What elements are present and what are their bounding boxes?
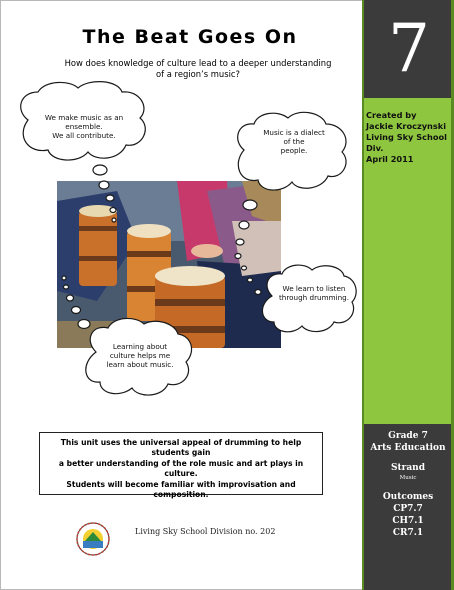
outcome-item: CP7.7 [393,504,423,514]
bubble-line: culture helps me [109,351,171,360]
outcomes-label: Outcomes [382,492,434,502]
created-by-label: Created by [366,110,417,120]
author-credits: Created by Jackie Kroczynski Living Sky … [366,110,452,165]
bubble-line: people. [280,146,308,155]
subject-label: Arts Education [370,443,446,453]
bubble-line: of the [283,137,305,146]
course-info: Grade 7 Arts Education Strand Music Outc… [364,430,452,539]
outcome-item: CH7.1 [392,516,424,526]
guiding-question-line: How does knowledge of culture lead to a … [64,58,332,68]
author-date: April 2011 [366,154,414,164]
bubble-text-dialect: Music is a dialect of the people. [248,128,340,155]
bubble-line: Learning about [112,342,168,351]
bubble-line: learn about music. [106,360,174,369]
strand-label: Strand [390,463,426,473]
school-division-logo [76,522,110,556]
bubble-line: We make music as an [44,113,124,122]
footer-division: Living Sky School Division no. 202 [135,527,276,536]
bubble-line: We learn to listen [282,284,346,293]
guiding-question: How does knowledge of culture lead to a … [48,58,348,80]
guiding-question-line: of a region’s music? [156,69,240,79]
bubble-line: We all contribute. [52,131,116,140]
bubble-text-ensemble: We make music as an ensemble. We all con… [32,113,136,140]
drumming-photo [57,181,281,348]
strand-value: Music [399,475,417,481]
bubble-line: ensemble. [65,122,103,131]
unit-number: 7 [388,10,430,87]
description-line: a better understanding of the role music… [58,458,304,479]
bubble-text-culture: Learning about culture helps me learn ab… [98,342,182,369]
outcome-item: CR7.1 [392,528,424,538]
bubble-line: Music is a dialect [263,128,325,137]
unit-description: This unit uses the universal appeal of d… [39,432,323,499]
grade-label: Grade 7 [388,431,428,441]
description-line: Students will become familiar with impro… [66,479,296,500]
page-title: The Beat Goes On [82,26,298,48]
bubble-text-listen: We learn to listen through drumming. [274,284,354,302]
author-division: Living Sky School Div. [366,132,447,153]
description-line: This unit uses the universal appeal of d… [60,438,302,458]
author-name: Jackie Kroczynski [366,121,446,131]
bubble-line: through drumming. [278,293,349,302]
